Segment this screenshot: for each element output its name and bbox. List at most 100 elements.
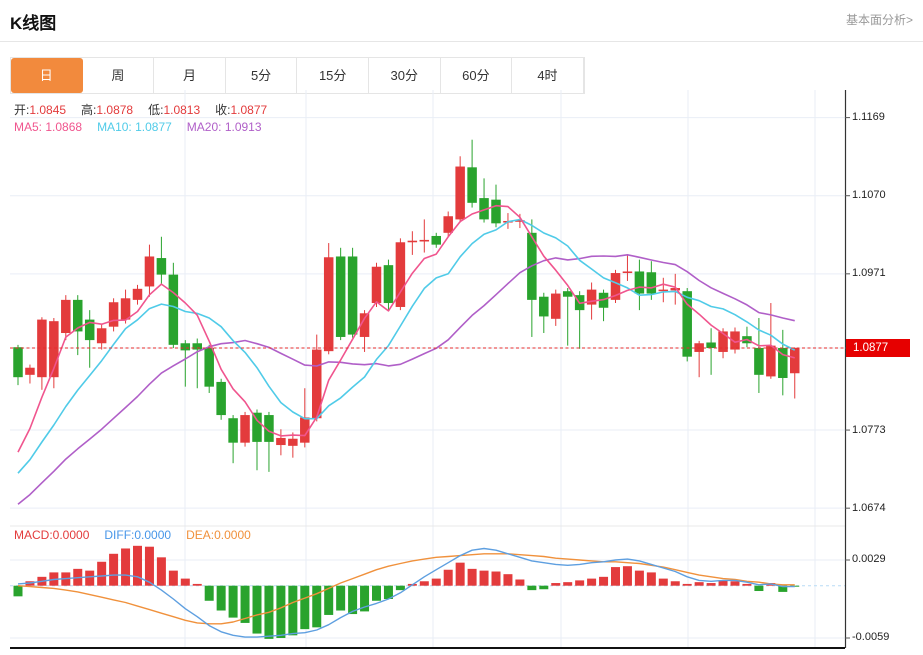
candle bbox=[108, 298, 119, 332]
candle bbox=[84, 310, 95, 368]
price-tick-label: 1.1169 bbox=[852, 111, 885, 124]
macd-readout: MACD:0.0000 bbox=[14, 528, 90, 542]
macd-bar bbox=[216, 585, 226, 611]
candle bbox=[467, 139, 477, 208]
candle bbox=[371, 262, 382, 307]
macd-bar bbox=[228, 585, 238, 618]
ma-legend: MA5: 1.0868 MA10: 1.0877 MA20: 1.0913 bbox=[14, 120, 277, 134]
macd-bar bbox=[372, 585, 381, 601]
candle bbox=[73, 295, 83, 356]
price-tick-label: 1.0773 bbox=[852, 423, 886, 436]
macd-bar bbox=[192, 583, 202, 586]
macd-bar bbox=[156, 557, 166, 586]
candle bbox=[204, 344, 214, 393]
candle bbox=[574, 291, 585, 349]
macd-bar bbox=[587, 578, 597, 586]
ma20-readout: MA20: 1.0913 bbox=[186, 120, 262, 134]
close-readout: 收:1.0877 bbox=[215, 103, 268, 117]
macd-bar bbox=[109, 553, 119, 586]
candle bbox=[395, 238, 406, 311]
candle bbox=[562, 288, 573, 346]
candle bbox=[347, 247, 358, 338]
macd-bar bbox=[300, 585, 310, 630]
ma10-readout: MA10: 1.0877 bbox=[97, 120, 172, 134]
diff-readout: DIFF:0.0000 bbox=[104, 528, 172, 542]
candles-group bbox=[13, 139, 800, 472]
high-readout: 高:1.0878 bbox=[81, 103, 134, 117]
candle bbox=[323, 243, 334, 355]
macd-bar bbox=[622, 566, 632, 586]
macd-bar bbox=[180, 578, 190, 586]
candle bbox=[228, 415, 238, 464]
candle bbox=[180, 340, 191, 387]
macd-bar bbox=[527, 585, 537, 591]
macd-bar bbox=[730, 581, 740, 586]
candle bbox=[622, 254, 633, 281]
macd-bar bbox=[252, 585, 262, 634]
candle bbox=[551, 289, 561, 326]
macd-bar bbox=[515, 579, 525, 586]
candle bbox=[407, 231, 418, 255]
candle bbox=[778, 329, 788, 396]
macd-bar bbox=[599, 576, 609, 586]
kline-chart-canvas[interactable] bbox=[0, 0, 923, 655]
macd-bar bbox=[503, 574, 513, 586]
macd-bar bbox=[336, 585, 346, 611]
macd-bar bbox=[646, 572, 656, 586]
candle bbox=[156, 236, 167, 285]
candle bbox=[479, 178, 489, 223]
candle bbox=[288, 432, 298, 458]
candle bbox=[706, 328, 716, 375]
macd-bar bbox=[431, 578, 441, 586]
candle bbox=[419, 219, 430, 253]
candle bbox=[610, 269, 621, 304]
candle bbox=[539, 292, 549, 334]
candle bbox=[144, 244, 155, 297]
macd-bar bbox=[288, 585, 298, 636]
macd-bar bbox=[133, 545, 142, 586]
candle bbox=[192, 338, 202, 389]
macd-bar bbox=[575, 580, 585, 586]
macd-bar bbox=[539, 585, 549, 590]
candle bbox=[790, 347, 800, 399]
macd-tick-label: -0.0059 bbox=[852, 631, 890, 644]
macd-bar bbox=[551, 583, 561, 586]
ma5-readout: MA5: 1.0868 bbox=[14, 120, 83, 134]
macd-bar bbox=[754, 585, 764, 592]
macd-legend: MACD:0.0000 DIFF:0.0000 DEA:0.0000 bbox=[14, 528, 266, 542]
candle bbox=[670, 273, 680, 305]
ma5-line bbox=[17, 204, 795, 453]
candle bbox=[742, 326, 752, 348]
macd-bar bbox=[85, 570, 95, 586]
macd-bar bbox=[742, 583, 752, 586]
open-readout: 开:1.0845 bbox=[14, 103, 67, 117]
candle bbox=[216, 378, 226, 420]
low-readout: 低:1.0813 bbox=[148, 103, 201, 117]
ma10-line bbox=[17, 218, 796, 474]
macd-bar bbox=[121, 548, 131, 586]
macd-tick-label: 0.0029 bbox=[852, 553, 886, 566]
macd-bar bbox=[144, 546, 154, 586]
macd-bar bbox=[168, 570, 178, 586]
candle bbox=[383, 259, 394, 311]
candle bbox=[634, 259, 645, 311]
candle bbox=[359, 310, 370, 352]
price-tick-label: 1.0674 bbox=[852, 501, 886, 514]
price-tick-label: 1.0971 bbox=[852, 267, 886, 280]
candle bbox=[13, 344, 23, 386]
candle bbox=[455, 156, 465, 223]
macd-bar bbox=[658, 578, 668, 586]
macd-bar bbox=[97, 561, 107, 586]
candle bbox=[658, 277, 669, 303]
macd-bar bbox=[479, 570, 489, 586]
candle bbox=[694, 340, 704, 378]
macd-bar bbox=[443, 569, 453, 586]
macd-bar bbox=[455, 562, 465, 586]
macd-bar bbox=[395, 585, 405, 591]
candle bbox=[240, 411, 250, 447]
macd-bar bbox=[467, 568, 477, 586]
macd-bar bbox=[634, 570, 644, 586]
candle bbox=[37, 317, 47, 390]
candle bbox=[61, 295, 71, 341]
macd-bar bbox=[611, 567, 620, 586]
